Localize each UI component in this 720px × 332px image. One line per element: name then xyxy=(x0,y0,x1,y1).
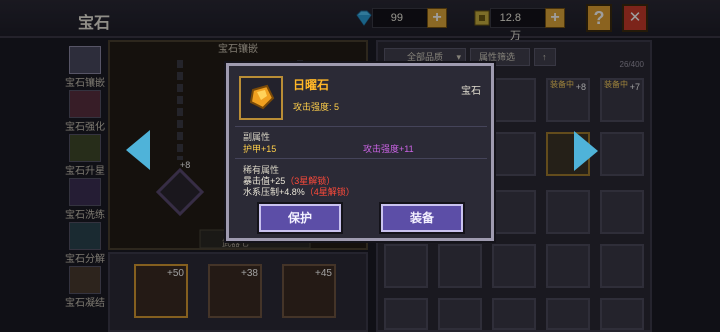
rare-attr-2-value: 水系压制+4.8% xyxy=(243,187,305,197)
gem-item-icon xyxy=(239,76,283,120)
equip-button[interactable]: 装备 xyxy=(381,204,463,232)
gem-name: 日曜石 xyxy=(293,78,330,92)
divider xyxy=(235,126,487,127)
divider xyxy=(235,158,487,159)
sub-attr-armor: 护甲+15 xyxy=(243,144,277,154)
sun-gem-icon xyxy=(249,84,275,110)
sub-attr-attack: 攻击强度+11 xyxy=(363,144,414,154)
previous-arrow-icon[interactable] xyxy=(126,130,150,170)
protect-button[interactable]: 保护 xyxy=(259,204,341,232)
gem-attack-stat: 攻击强度: 5 xyxy=(293,102,340,112)
gem-detail-popup: 日曜石 宝石 攻击强度: 5 副属性 护甲+15 攻击强度+11 稀有属性 暴击… xyxy=(226,63,494,241)
rare-attr-2-lock: （4星解锁） xyxy=(304,187,355,197)
rare-attr-2: 水系压制+4.8%（4星解锁） xyxy=(243,185,355,198)
next-arrow-icon[interactable] xyxy=(574,131,598,171)
gem-type: 宝石 xyxy=(461,86,481,97)
